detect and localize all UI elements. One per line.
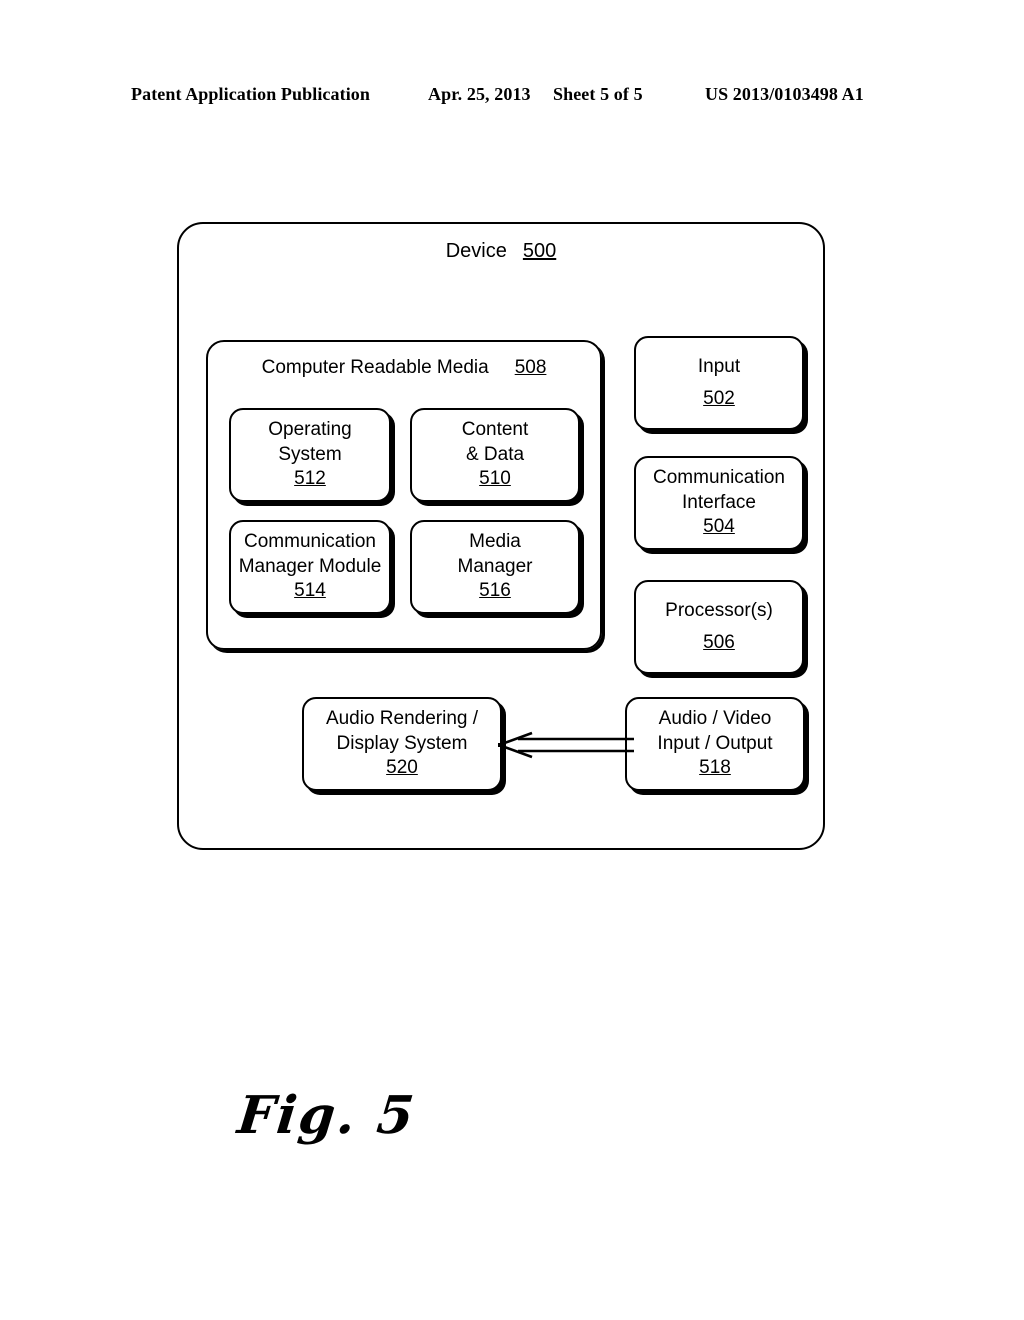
block-media-manager-line2: Manager <box>457 555 533 577</box>
computer-readable-media-title: Computer Readable Media 508 <box>206 357 602 379</box>
block-content-and-data-ref: 510 <box>479 468 511 490</box>
block-audio-video-input-output-ref: 518 <box>699 757 731 779</box>
block-communication-manager-module-line1: Communication <box>244 530 376 552</box>
block-communication-interface: Communication Interface 504 <box>634 456 804 550</box>
block-content-and-data-line1: Content <box>461 418 529 440</box>
block-content-and-data: Content & Data 510 <box>410 408 580 502</box>
block-operating-system: Operating System 512 <box>229 408 391 502</box>
block-operating-system-line2: System <box>278 443 342 465</box>
block-content-and-data-line2: & Data <box>465 443 525 465</box>
block-audio-video-input-output-line2: Input / Output <box>657 732 773 754</box>
block-operating-system-ref: 512 <box>294 468 326 490</box>
block-communication-manager-module-ref: 514 <box>294 580 326 602</box>
block-audio-video-input-output: Audio / Video Input / Output 518 <box>625 697 805 791</box>
block-communication-manager-module-line2: Manager Module <box>238 555 382 577</box>
block-audio-rendering-display-system-line2: Display System <box>336 732 468 754</box>
block-processors-line1: Processor(s) <box>665 599 773 621</box>
block-audio-video-input-output-line1: Audio / Video <box>658 707 772 729</box>
block-communication-interface-ref: 504 <box>703 516 735 538</box>
block-processors-ref: 506 <box>703 631 735 653</box>
block-communication-interface-line2: Interface <box>682 491 756 513</box>
device-title: Device 500 <box>177 240 825 263</box>
device-label: Device <box>445 240 507 262</box>
block-operating-system-line1: Operating <box>268 418 352 440</box>
block-media-manager-ref: 516 <box>479 580 511 602</box>
arrow-left-icon <box>498 731 634 759</box>
patent-figure: Device 500 Computer Readable Media 508 Ope… <box>0 0 1024 1320</box>
figure-caption: Fig. 5 <box>234 1085 419 1146</box>
crm-label: Computer Readable Media <box>261 357 489 378</box>
block-audio-rendering-display-system-line1: Audio Rendering / <box>325 707 479 729</box>
block-input-ref: 502 <box>703 387 735 409</box>
block-processors: Processor(s) 506 <box>634 580 804 674</box>
device-ref: 500 <box>522 240 557 262</box>
block-media-manager-line1: Media <box>469 530 521 552</box>
block-audio-rendering-display-system: Audio Rendering / Display System 520 <box>302 697 502 791</box>
crm-ref: 508 <box>514 357 547 378</box>
block-media-manager: Media Manager 516 <box>410 520 580 614</box>
block-communication-interface-line1: Communication <box>653 466 785 488</box>
block-communication-manager-module: Communication Manager Module 514 <box>229 520 391 614</box>
block-input: Input 502 <box>634 336 804 430</box>
block-input-line1: Input <box>697 355 741 377</box>
block-audio-rendering-display-system-ref: 520 <box>386 757 418 779</box>
